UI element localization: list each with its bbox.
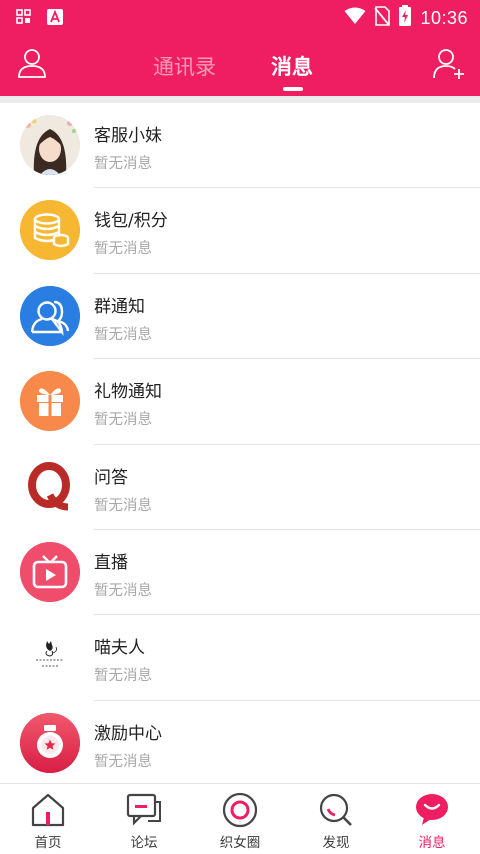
nav-label: 发现 (322, 835, 350, 851)
message-title: 直播 (94, 552, 128, 573)
group-icon (20, 285, 80, 346)
message-subtitle: 暂无消息 (94, 241, 152, 258)
nav-label: 消息 (418, 835, 446, 851)
nav-home[interactable]: 首页 (0, 784, 96, 854)
header-separator (0, 96, 480, 103)
message-title: 礼物通知 (94, 382, 162, 403)
nav-label: 首页 (34, 835, 62, 851)
message-row-incentive[interactable]: 激励中心 暂无消息 (0, 701, 480, 783)
message-list: 客服小妹 暂无消息 钱包/积分 暂无消息 群通知 暂无消息 礼物通知 暂无消息 … (0, 103, 480, 783)
header: 通讯录 消息 (0, 33, 480, 96)
message-row-wallet[interactable]: 钱包/积分 暂无消息 (0, 188, 480, 274)
message-subtitle: 暂无消息 (94, 582, 152, 599)
tab-messages[interactable]: 消息 (271, 51, 313, 81)
status-bar: 10:36 (0, 0, 480, 33)
message-subtitle: 暂无消息 (94, 326, 152, 343)
home-icon (30, 792, 66, 828)
message-row-qa[interactable]: 问答 暂无消息 (0, 445, 480, 530)
message-row-group-notice[interactable]: 群通知 暂无消息 (0, 274, 480, 360)
nav-messages[interactable]: 消息 (384, 784, 480, 854)
nav-forum[interactable]: 论坛 (96, 784, 192, 854)
message-title: 问答 (94, 467, 128, 488)
message-title: 喵夫人 (94, 638, 145, 659)
message-title: 钱包/积分 (94, 211, 168, 232)
active-tab-indicator (283, 87, 303, 91)
add-friend-icon[interactable] (432, 47, 466, 81)
bottom-navigation: 首页 论坛 织女圈 发现 消息 (0, 783, 480, 854)
message-subtitle: 暂无消息 (94, 156, 152, 172)
circle-icon (222, 792, 258, 828)
live-tv-icon (20, 541, 80, 602)
message-row-cat-lady[interactable]: 喵夫人 暂无消息 (0, 615, 480, 701)
tab-contacts[interactable]: 通讯录 (153, 51, 216, 81)
profile-icon[interactable] (16, 47, 48, 79)
nav-label: 论坛 (130, 835, 158, 851)
gift-icon (20, 371, 80, 432)
coins-icon (20, 200, 80, 261)
message-row-gift-notice[interactable]: 礼物通知 暂无消息 (0, 359, 480, 445)
message-row-live[interactable]: 直播 暂无消息 (0, 530, 480, 616)
nav-discover[interactable]: 发现 (288, 784, 384, 854)
message-title: 客服小妹 (94, 126, 162, 146)
battery-charging-icon (398, 5, 412, 31)
message-subtitle: 暂无消息 (94, 497, 152, 514)
wifi-icon (344, 7, 366, 29)
message-icon (414, 792, 450, 828)
message-row-customer-service[interactable]: 客服小妹 暂无消息 (0, 103, 480, 189)
qa-icon (20, 456, 80, 517)
app-grid-icon (16, 9, 32, 29)
no-sim-icon (374, 6, 391, 30)
forum-icon (126, 792, 162, 828)
customer-service-avatar (20, 115, 80, 175)
nav-circle[interactable]: 织女圈 (192, 784, 288, 854)
message-subtitle: 暂无消息 (94, 668, 152, 685)
discover-icon (318, 792, 354, 828)
cat-lady-logo (20, 627, 80, 688)
nav-label: 织女圈 (219, 835, 261, 851)
incentive-icon (20, 712, 80, 773)
message-subtitle: 暂无消息 (94, 753, 152, 770)
clock: 10:36 (420, 7, 468, 28)
message-title: 群通知 (94, 296, 145, 317)
message-subtitle: 暂无消息 (94, 412, 152, 429)
app-bar: 10:36 通讯录 消息 (0, 0, 480, 96)
message-title: 激励中心 (94, 723, 162, 744)
font-app-icon (46, 8, 64, 30)
